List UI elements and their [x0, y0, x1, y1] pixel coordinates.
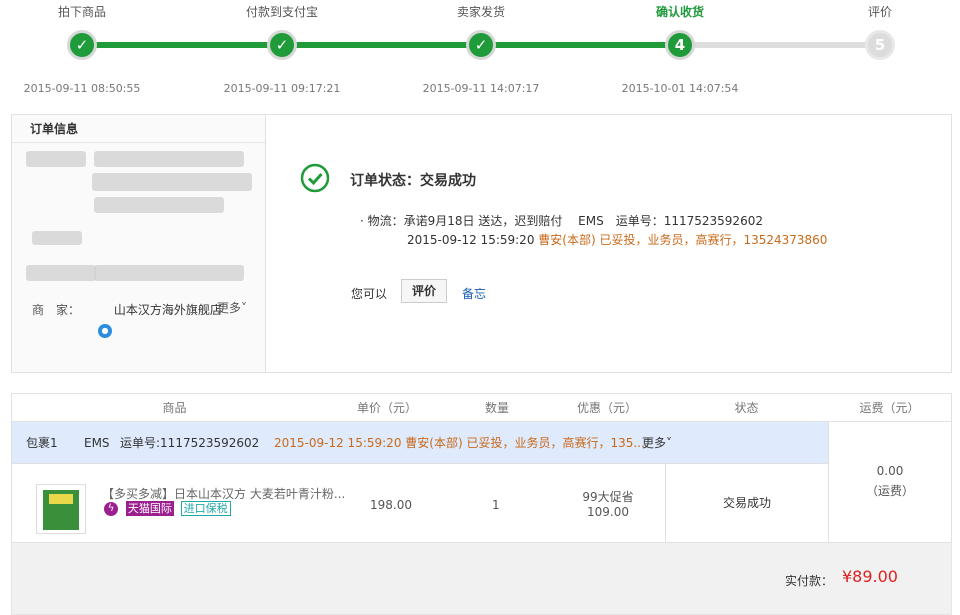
- shipping-cell: 0.00 （运费）: [828, 422, 951, 542]
- success-check-icon: [300, 163, 330, 193]
- col-header: 优惠（元）: [576, 401, 637, 415]
- step-time: 2015-09-11 09:17:21: [223, 82, 341, 95]
- product-badges: ϟ 天猫国际 进口保税: [104, 501, 231, 516]
- step-5: 评价 5: [800, 0, 960, 60]
- lightning-icon: ϟ: [104, 501, 118, 516]
- shipping-label: （运费）: [865, 484, 914, 498]
- step-4: 确认收货 4: [600, 0, 760, 60]
- step-2: 付款到支付宝 ✓: [202, 0, 362, 60]
- unit-price: 198.00: [370, 498, 412, 512]
- memo-link[interactable]: 备忘: [462, 285, 486, 302]
- logistics-date: 2015-09-12 15:59:20: [407, 233, 535, 247]
- total-amount: ¥89.00: [842, 567, 898, 586]
- step-label: 拍下商品: [57, 5, 106, 19]
- redacted-block: [32, 231, 82, 245]
- order-info-heading: 订单信息: [12, 115, 265, 143]
- col-header: 运费（元）: [859, 401, 920, 415]
- step-time: 2015-09-11 14:07:17: [422, 82, 540, 95]
- actions-label: 您可以: [351, 287, 388, 301]
- total-bar: 实付款： ¥89.00: [11, 543, 952, 615]
- shipping-value: 0.00: [876, 464, 904, 478]
- product-title[interactable]: 【多买多减】日本山本汉方 大麦若叶青汁粉...: [102, 485, 345, 502]
- chat-icon[interactable]: ●: [98, 324, 112, 338]
- redacted-block: [94, 197, 224, 213]
- step-label: 卖家发货: [456, 5, 505, 19]
- merchant-row: 商 家： 山本汉方海外旗舰店: [32, 301, 222, 318]
- table-row: 【多买多减】日本山本汉方 大麦若叶青汁粉... ϟ 天猫国际 进口保税 198.…: [12, 464, 828, 542]
- col-header: 单价（元）: [356, 401, 417, 415]
- col-header: 数量: [484, 401, 509, 415]
- check-icon: ✓: [466, 30, 496, 60]
- package-row: 包裹1 EMS 运单号:1117523592602 2015-09-12 15:…: [12, 422, 828, 464]
- item-status: 交易成功: [665, 464, 828, 542]
- progress-fill: [82, 42, 680, 48]
- discount-value: 109.00: [587, 505, 629, 519]
- step-number-icon: 5: [865, 30, 895, 60]
- logistics-detail: 曹安(本部) 已妥投，业务员，高赛行，13524373860: [538, 233, 828, 247]
- redacted-block: [26, 265, 96, 281]
- step-label: 评价: [867, 5, 892, 19]
- check-icon: ✓: [267, 30, 297, 60]
- order-progress: 拍下商品 ✓ 付款到支付宝 ✓ 卖家发货 ✓ 确认收货 4 评价 5 2015-…: [0, 0, 960, 110]
- redacted-block: [92, 173, 252, 191]
- step-time: 2015-10-01 14:07:54: [621, 82, 739, 95]
- quantity: 1: [492, 498, 500, 512]
- bonded-import-badge[interactable]: 进口保税: [180, 501, 231, 516]
- more-link[interactable]: 更多˅: [217, 299, 247, 316]
- step-label: 付款到支付宝: [245, 5, 318, 19]
- redacted-block: [94, 265, 244, 281]
- product-table: 商品 单价（元） 数量 优惠（元） 状态 运费（元） 包裹1 EMS 运单号:1…: [11, 393, 952, 543]
- product-thumbnail[interactable]: [36, 484, 86, 534]
- package-update: 2015-09-12 15:59:20 曹安(本部) 已妥投，业务员，高赛行，1…: [274, 436, 645, 450]
- order-status-area: 订单状态：交易成功 · 物流：承诺9月18日 送达，迟到赔付 EMS 运单号：1…: [267, 115, 951, 372]
- logistics-line: · 物流：承诺9月18日 送达，迟到赔付 EMS 运单号：11175235926…: [360, 214, 763, 228]
- total-label: 实付款：: [785, 574, 834, 588]
- logistics-update: 2015-09-12 15:59:20 曹安(本部) 已妥投，业务员，高赛行，1…: [407, 231, 827, 248]
- package-more-link[interactable]: 更多˅: [642, 422, 672, 464]
- col-header: 商品: [162, 401, 187, 415]
- step-number-icon: 4: [665, 30, 695, 60]
- redacted-block: [94, 151, 244, 167]
- table-header: 商品 单价（元） 数量 优惠（元） 状态 运费（元）: [12, 394, 951, 422]
- check-icon: ✓: [67, 30, 97, 60]
- merchant-name[interactable]: 山本汉方海外旗舰店: [114, 303, 222, 317]
- order-status: 订单状态：交易成功: [350, 173, 476, 189]
- merchant-label: 商 家：: [32, 303, 81, 317]
- step-3: 卖家发货 ✓: [401, 0, 561, 60]
- order-panel: 订单信息 商 家： 山本汉方海外旗舰店 更多˅ ● 订单状态：交易成功 · 物流…: [11, 114, 952, 373]
- step-time: 2015-09-11 08:50:55: [23, 82, 141, 95]
- step-label: 确认收货: [655, 5, 704, 19]
- step-1: 拍下商品 ✓: [2, 0, 162, 60]
- discount: 99大促省 109.00: [580, 488, 636, 519]
- discount-label: 99大促省: [582, 490, 634, 504]
- review-button[interactable]: 评价: [401, 279, 447, 303]
- col-header: 状态: [734, 401, 759, 415]
- package-tracking: 运单号:1117523592602: [120, 436, 260, 450]
- package-carrier: EMS: [84, 436, 110, 450]
- redacted-block: [26, 151, 86, 167]
- tmall-global-badge[interactable]: 天猫国际: [125, 501, 174, 516]
- package-name: 包裹1: [26, 436, 58, 450]
- order-info: 订单信息 商 家： 山本汉方海外旗舰店 更多˅ ●: [12, 115, 266, 372]
